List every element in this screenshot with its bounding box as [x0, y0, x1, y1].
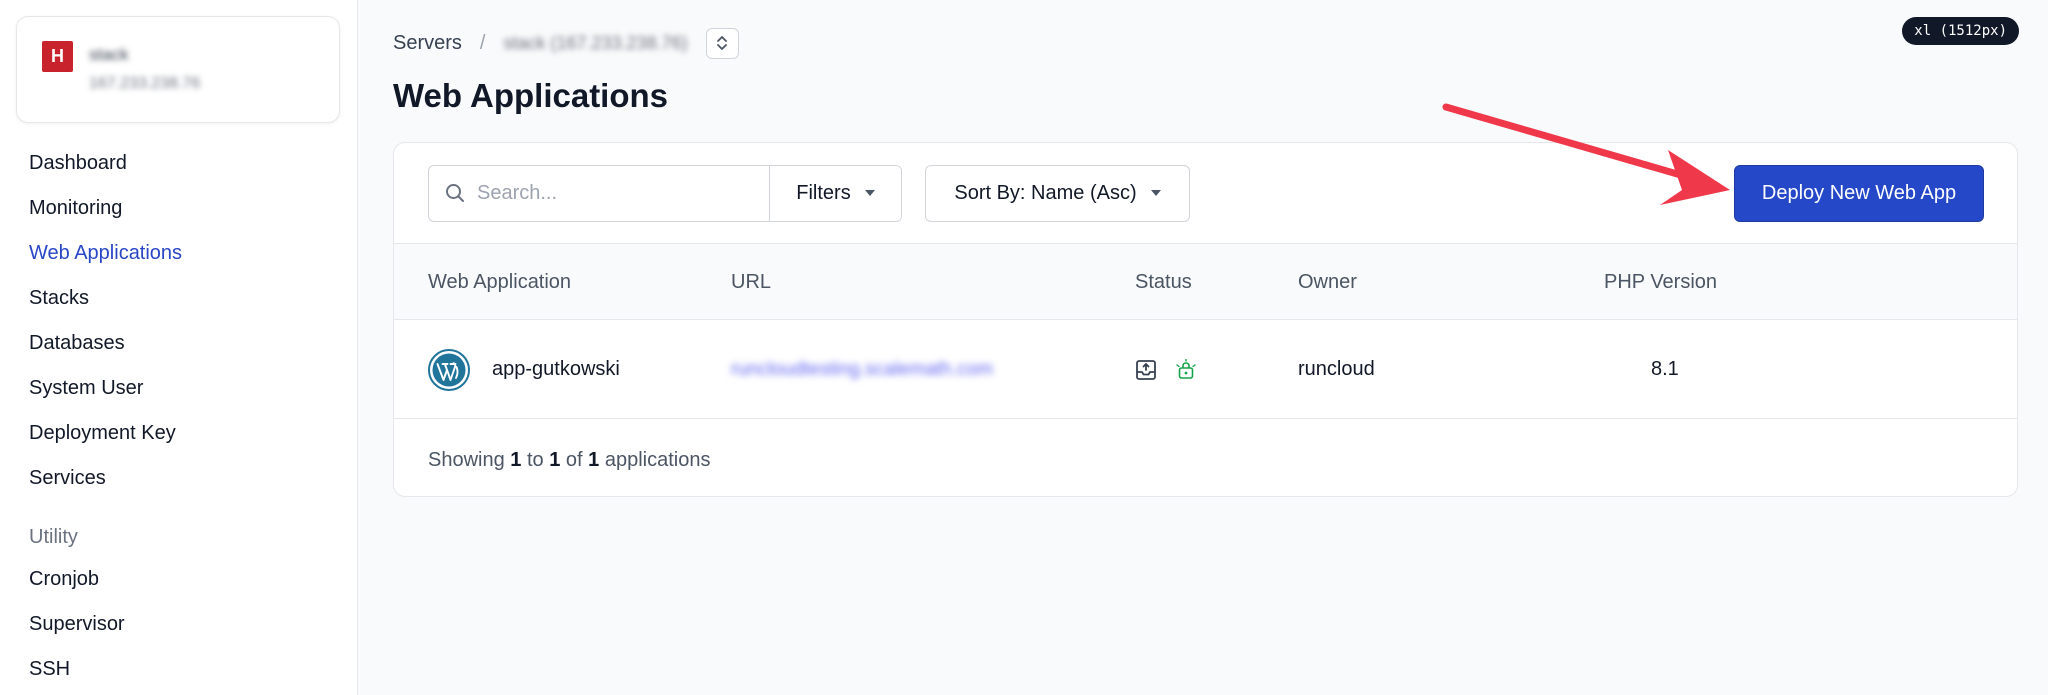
breadcrumb-servers[interactable]: Servers [393, 32, 462, 55]
column-header-owner: Owner [1298, 271, 1357, 293]
pagination-prefix: Showing [428, 449, 505, 471]
server-provider-logo: H [42, 41, 73, 72]
sort-label: Sort By: Name (Asc) [954, 181, 1137, 204]
sidebar-nav: Dashboard Monitoring Web Applications St… [16, 141, 341, 692]
pagination-to-word: to [526, 449, 544, 471]
breadcrumb-current-server: stack (167.233.238.76) [503, 32, 688, 53]
web-app-cell: app-gutkowski [428, 320, 620, 419]
chevron-up-down-icon [717, 36, 727, 50]
app-root: H stack 167.233.238.76 Dashboard Monitor… [0, 0, 2048, 695]
web-app-php-version: 8.1 [1651, 358, 1679, 380]
status-cell [1135, 320, 1197, 419]
filters-dropdown[interactable]: Filters [770, 165, 901, 221]
deploy-new-web-app-button[interactable]: Deploy New Web App [1734, 164, 1984, 222]
column-header-url: URL [731, 271, 772, 293]
ssl-lock-icon[interactable] [1175, 358, 1197, 381]
filters-label: Filters [796, 181, 851, 204]
wordpress-icon [428, 348, 470, 391]
breadcrumb: Servers / stack (167.233.238.76) [393, 26, 2019, 60]
server-ip: 167.233.238.76 [89, 75, 201, 92]
web-apps-panel: Filters Sort By: Name (Asc) Deploy New W… [393, 142, 2018, 497]
sidebar: H stack 167.233.238.76 Dashboard Monitor… [0, 0, 358, 695]
table-row[interactable]: app-gutkowski runcloudtesting.scalemath.… [394, 320, 2017, 419]
pagination-suffix: applications [604, 449, 711, 471]
server-name: stack [89, 45, 129, 64]
sidebar-item-web-applications[interactable]: Web Applications [16, 231, 341, 276]
owner-cell: runcloud [1298, 320, 1375, 419]
sidebar-item-monitoring[interactable]: Monitoring [16, 186, 341, 231]
sidebar-item-deployment-key[interactable]: Deployment Key [16, 411, 341, 456]
web-app-name-link[interactable]: app-gutkowski [492, 358, 620, 381]
web-app-url-link[interactable]: runcloudtesting.scalemath.com [731, 359, 993, 381]
sidebar-item-databases[interactable]: Databases [16, 321, 341, 366]
search-filter-group: Filters [428, 164, 902, 222]
pagination-total: 1 [588, 449, 600, 471]
search-box [429, 165, 770, 221]
sidebar-item-stacks[interactable]: Stacks [16, 276, 341, 321]
caret-down-icon [1150, 190, 1161, 196]
sort-dropdown[interactable]: Sort By: Name (Asc) [925, 164, 1190, 222]
inbox-arrow-icon[interactable] [1135, 359, 1157, 381]
screen-size-badge: xl (1512px) [1902, 17, 2019, 45]
sidebar-item-ssh[interactable]: SSH [16, 647, 341, 692]
column-header-php-version: PHP Version [1604, 271, 1718, 293]
sidebar-item-supervisor[interactable]: Supervisor [16, 602, 341, 647]
search-icon [446, 184, 464, 202]
sidebar-section-utility: Utility [29, 526, 78, 548]
sidebar-item-system-user[interactable]: System User [16, 366, 341, 411]
server-card[interactable]: H stack 167.233.238.76 [16, 16, 340, 123]
server-switcher-button[interactable] [705, 27, 739, 59]
main-content: xl (1512px) Servers / stack (167.233.238… [358, 0, 2048, 695]
column-header-status: Status [1135, 271, 1192, 293]
web-app-owner: runcloud [1298, 358, 1375, 380]
server-meta: stack 167.233.238.76 [89, 41, 200, 98]
url-cell: runcloudtesting.scalemath.com [731, 320, 993, 419]
pagination-from: 1 [510, 449, 522, 471]
sidebar-item-services[interactable]: Services [16, 456, 341, 501]
pagination-to: 1 [549, 449, 561, 471]
php-version-cell: 8.1 [1651, 320, 1679, 419]
page-title: Web Applications [393, 77, 669, 114]
caret-down-icon [864, 190, 875, 196]
sidebar-item-dashboard[interactable]: Dashboard [16, 141, 341, 186]
toolbar: Filters Sort By: Name (Asc) Deploy New W… [394, 143, 2017, 244]
sidebar-item-cronjob[interactable]: Cronjob [16, 557, 341, 602]
table-header: Web Application URL Status Owner PHP Ver… [394, 244, 2017, 320]
column-header-web-application: Web Application [428, 271, 572, 293]
breadcrumb-separator: / [479, 31, 486, 54]
search-input[interactable] [477, 181, 747, 205]
pagination-summary: Showing 1 to 1 of 1 applications [428, 449, 710, 472]
pagination-of-word: of [565, 449, 583, 471]
